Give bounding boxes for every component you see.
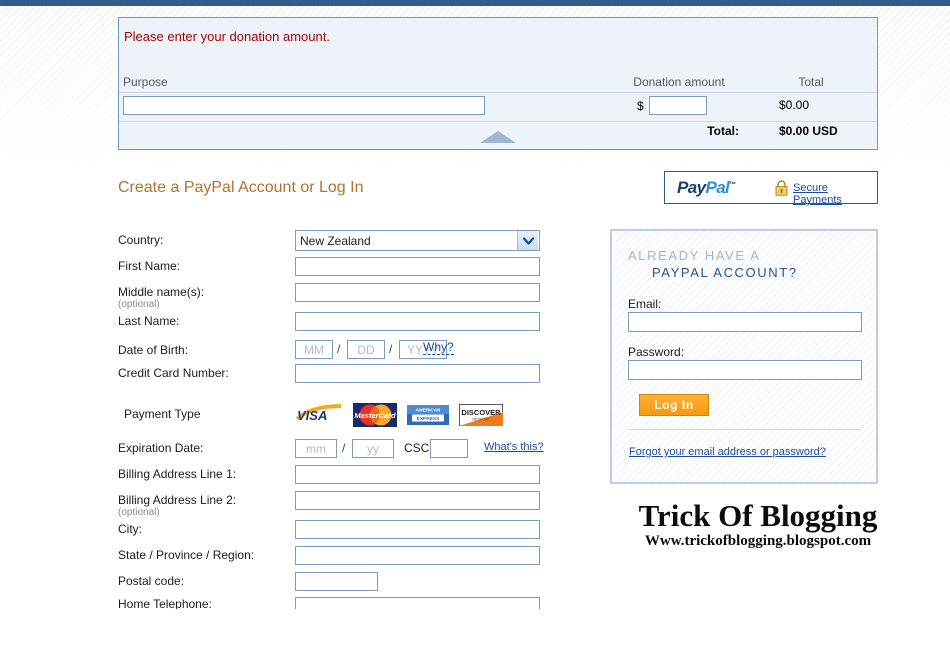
purpose-input[interactable] xyxy=(123,96,485,115)
label-billing-address-2: Billing Address Line 2: xyxy=(118,493,237,507)
row-total-value: $0.00 xyxy=(779,98,810,112)
dob-why-link[interactable]: Why? xyxy=(423,341,454,355)
forgot-credentials-link[interactable]: Forgot your email address or password? xyxy=(629,446,826,458)
label-password: Password: xyxy=(628,345,685,359)
label-state-province-region: State / Province / Region: xyxy=(118,548,255,562)
email-input[interactable] xyxy=(628,312,862,332)
discover-logo: DISCOVER NETWORK xyxy=(458,403,504,429)
grand-total-label: Total: xyxy=(707,124,739,138)
currency-symbol: $ xyxy=(637,99,644,113)
svg-text:VISA: VISA xyxy=(297,408,327,423)
label-postal-code: Postal code: xyxy=(118,574,185,588)
row-divider xyxy=(119,121,877,122)
label-city: City: xyxy=(118,522,142,536)
label-billing-address-2-optional: (optional) xyxy=(118,507,160,518)
label-country: Country: xyxy=(118,233,164,247)
secure-payments-box: PayPal™ Secure Payments xyxy=(664,171,878,206)
login-title-line-2: PAYPAL ACCOUNT? xyxy=(652,265,798,280)
column-header-total: Total xyxy=(798,75,824,89)
billing-address-2-input[interactable] xyxy=(295,491,540,510)
first-name-input[interactable] xyxy=(295,257,540,276)
password-input[interactable] xyxy=(628,360,862,380)
page-title: Create a PayPal Account or Log In xyxy=(118,179,364,196)
country-select[interactable]: New Zealand xyxy=(295,230,540,251)
expiration-month-input[interactable] xyxy=(295,439,337,458)
login-panel-divider xyxy=(629,429,861,430)
mastercard-logo: MasterCard xyxy=(353,403,397,430)
label-expiration-date: Expiration Date: xyxy=(118,441,204,455)
svg-text:NETWORK: NETWORK xyxy=(472,418,490,422)
visa-logo: VISA xyxy=(295,403,343,428)
svg-text:EXPRESS: EXPRESS xyxy=(417,416,440,422)
dob-separator-1: / xyxy=(337,342,341,356)
expiration-separator: / xyxy=(342,441,346,455)
credit-card-number-input[interactable] xyxy=(295,364,540,383)
svg-text:AMERICAN: AMERICAN xyxy=(416,408,441,413)
state-province-region-input[interactable] xyxy=(295,546,540,565)
dob-month-input[interactable] xyxy=(295,340,333,359)
secure-payments-link[interactable]: Secure Payments xyxy=(793,182,877,206)
city-input[interactable] xyxy=(295,520,540,539)
column-header-donation-amount: Donation amount xyxy=(633,75,725,89)
label-credit-card-number: Credit Card Number: xyxy=(118,366,229,380)
label-last-name: Last Name: xyxy=(118,314,180,328)
label-payment-type: Payment Type xyxy=(124,407,201,421)
label-middle-name-optional: (optional) xyxy=(118,299,160,310)
last-name-input[interactable] xyxy=(295,312,540,331)
panel-collapse-arrow-icon[interactable] xyxy=(480,131,516,143)
dob-day-input[interactable] xyxy=(347,340,385,359)
existing-account-login-panel: ALREADY HAVE A PAYPAL ACCOUNT? Email: Pa… xyxy=(610,229,878,484)
label-email: Email: xyxy=(628,297,662,311)
expiration-year-input[interactable] xyxy=(352,439,394,458)
clipped-input[interactable] xyxy=(295,597,540,609)
donation-amount-input[interactable] xyxy=(649,96,707,115)
watermark: Trick Of Blogging Www.trickofblogging.bl… xyxy=(608,499,908,550)
login-title-line-1: ALREADY HAVE A xyxy=(628,248,761,263)
csc-whats-this-link[interactable]: What's this? xyxy=(484,441,544,453)
watermark-url: Www.trickofblogging.blogspot.com xyxy=(644,533,872,549)
paypal-logo-tm: ™ xyxy=(729,181,736,189)
label-first-name: First Name: xyxy=(118,259,181,273)
csc-input[interactable] xyxy=(430,439,468,458)
grand-total-value: $0.00 USD xyxy=(779,124,838,138)
paypal-logo: PayPal™ xyxy=(677,178,736,198)
postal-code-input[interactable] xyxy=(295,572,378,591)
header-divider xyxy=(119,92,877,93)
paypal-logo-pal: Pal xyxy=(705,178,730,197)
svg-text:DISCOVER: DISCOVER xyxy=(461,408,501,417)
billing-address-1-input[interactable] xyxy=(295,465,540,484)
label-csc: CSC: xyxy=(404,441,433,455)
label-billing-address-1: Billing Address Line 1: xyxy=(118,467,237,481)
amex-logo: AMERICAN EXPRESS xyxy=(407,405,449,428)
donation-alert-message: Please enter your donation amount. xyxy=(124,29,330,44)
middle-name-input[interactable] xyxy=(295,283,540,302)
watermark-title: Trick Of Blogging xyxy=(638,498,878,533)
label-clipped-row: Home Telephone: xyxy=(118,597,212,609)
login-panel-title: ALREADY HAVE A PAYPAL ACCOUNT? xyxy=(628,247,868,281)
lock-icon xyxy=(775,180,788,196)
svg-text:MasterCard: MasterCard xyxy=(354,411,396,420)
column-header-purpose: Purpose xyxy=(123,75,168,89)
clipped-form-row: Home Telephone: xyxy=(118,597,548,609)
label-middle-name: Middle name(s): xyxy=(118,285,205,299)
dob-separator-2: / xyxy=(389,342,393,356)
paypal-logo-pay: Pay xyxy=(677,178,706,197)
label-date-of-birth: Date of Birth: xyxy=(118,343,189,357)
log-in-button[interactable]: Log In xyxy=(639,394,709,416)
